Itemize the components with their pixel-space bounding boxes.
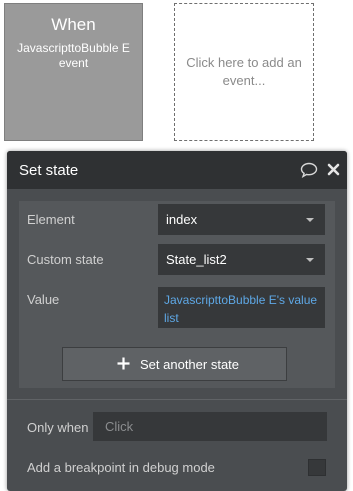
panel-header: Set state <box>7 151 347 189</box>
set-another-state-label: Set another state <box>140 357 240 372</box>
value-expression: JavascripttoBubble E's value list <box>164 293 318 325</box>
custom-state-label: Custom state <box>27 252 104 267</box>
chevron-down-icon <box>306 218 314 222</box>
custom-state-value: State_list2 <box>166 252 227 267</box>
comment-icon[interactable] <box>300 162 318 178</box>
only-when-input[interactable] <box>93 412 327 441</box>
element-value: index <box>166 212 198 227</box>
close-icon[interactable] <box>327 163 340 176</box>
when-title: When <box>51 15 96 34</box>
plus-icon <box>117 357 130 370</box>
element-dropdown[interactable]: index <box>158 204 325 235</box>
value-label: Value <box>27 292 60 307</box>
when-event-card[interactable]: When JavascripttoBubble E event <box>4 3 143 141</box>
custom-state-dropdown[interactable]: State_list2 <box>158 244 325 275</box>
add-event-placeholder[interactable]: Click here to add an event... <box>174 3 314 141</box>
panel-title: Set state <box>19 162 79 179</box>
event-name: JavascripttoBubble E event <box>17 41 130 70</box>
chevron-down-icon <box>306 258 314 262</box>
value-expression-field[interactable]: JavascripttoBubble E's value list <box>158 287 325 328</box>
element-label: Element <box>27 212 75 227</box>
breakpoint-checkbox[interactable] <box>308 459 326 476</box>
set-state-panel: Set state Element index Custom state Sta… <box>7 151 347 491</box>
set-another-state-button[interactable]: Set another state <box>62 347 287 381</box>
only-when-label: Only when <box>27 420 89 435</box>
breakpoint-label: Add a breakpoint in debug mode <box>27 460 215 475</box>
add-event-label: Click here to add an event... <box>186 55 302 88</box>
divider <box>7 399 347 400</box>
